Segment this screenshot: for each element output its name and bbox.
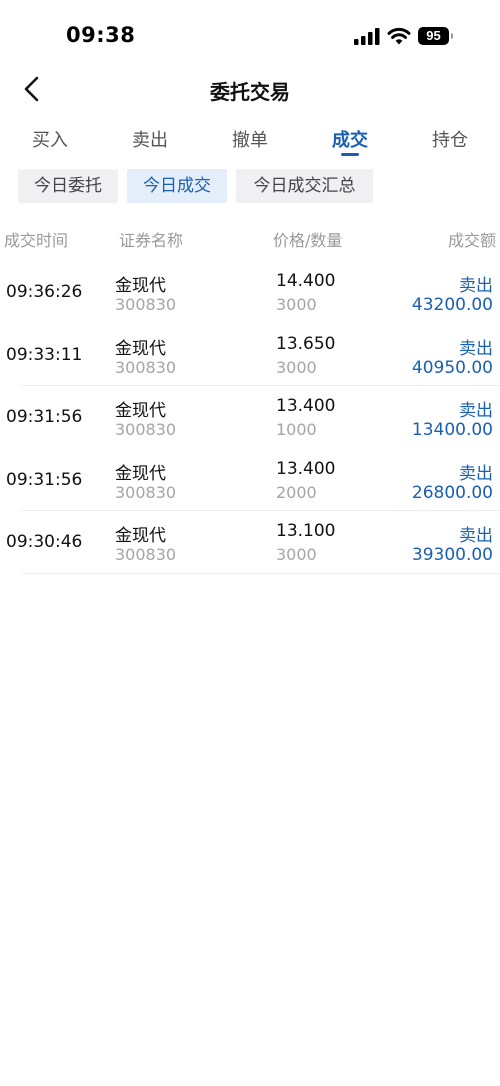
deal-price: 13.400 <box>276 458 336 479</box>
tab-positions[interactable]: 持仓 <box>420 126 480 152</box>
deal-amount: 43200.00 <box>411 295 493 315</box>
wifi-icon <box>387 27 411 45</box>
tab-buy[interactable]: 买入 <box>20 126 80 152</box>
security-code: 300830 <box>115 482 177 502</box>
tab-cancel[interactable]: 撤单 <box>220 126 280 152</box>
status-time: 09:38 <box>66 23 136 47</box>
header-time: 成交时间 <box>4 231 69 250</box>
security-code: 300830 <box>115 420 177 439</box>
deal-price: 13.400 <box>276 396 336 416</box>
deal-quantity: 3000 <box>276 295 317 314</box>
header-name: 证券名称 <box>119 231 184 250</box>
deal-time: 09:33:11 <box>6 344 83 365</box>
deal-direction: 卖出 <box>459 401 493 421</box>
subtab-today-deals-summary[interactable]: 今日成交汇总 <box>236 169 373 203</box>
battery-tip <box>451 33 453 39</box>
battery-level: 95 <box>418 27 449 45</box>
security-name: 金现代 <box>115 401 166 421</box>
row-divider <box>22 572 500 574</box>
deal-time: 09:31:56 <box>6 469 83 490</box>
deal-price: 13.650 <box>276 333 336 354</box>
security-code: 300830 <box>115 357 177 377</box>
header-price-qty: 价格/数量 <box>273 231 343 250</box>
deal-quantity: 1000 <box>276 420 317 439</box>
deals-list: 09:36:26 金现代 300830 14.400 3000 卖出 43200… <box>0 261 500 574</box>
active-tab-indicator <box>341 153 359 156</box>
battery-icon: 95 <box>418 27 454 45</box>
tab-sell[interactable]: 卖出 <box>120 126 180 152</box>
deal-direction: 卖出 <box>459 526 493 546</box>
nav-bar: 委托交易 <box>0 70 500 110</box>
table-header: 成交时间 证券名称 价格/数量 成交额 <box>0 224 500 252</box>
deal-amount: 40950.00 <box>411 357 493 378</box>
subtab-today-deals[interactable]: 今日成交 <box>127 169 227 203</box>
table-row[interactable]: 09:31:56 金现代 300830 13.400 1000 卖出 13400… <box>0 386 500 449</box>
deal-amount: 26800.00 <box>411 482 493 503</box>
deal-quantity: 3000 <box>276 545 317 564</box>
deal-quantity: 3000 <box>276 357 317 377</box>
deal-amount: 39300.00 <box>411 545 493 565</box>
security-code: 300830 <box>115 545 177 564</box>
deal-time: 09:30:46 <box>6 532 83 552</box>
deal-price: 13.100 <box>276 521 336 541</box>
page-title: 委托交易 <box>210 80 290 104</box>
deal-direction: 卖出 <box>459 463 493 484</box>
main-tabs: 买入 卖出 撤单 成交 持仓 <box>0 122 500 162</box>
deal-time: 09:36:26 <box>6 282 83 302</box>
deal-direction: 卖出 <box>459 276 493 296</box>
table-row[interactable]: 09:36:26 金现代 300830 14.400 3000 卖出 43200… <box>0 261 500 324</box>
status-bar: 09:38 95 <box>0 0 500 70</box>
table-row[interactable]: 09:33:11 金现代 300830 13.650 3000 卖出 40950… <box>0 324 500 386</box>
deal-amount: 13400.00 <box>411 420 493 440</box>
security-name: 金现代 <box>115 338 166 359</box>
cellular-signal-icon <box>354 28 380 45</box>
deal-price: 14.400 <box>276 271 336 291</box>
tab-deals[interactable]: 成交 <box>320 126 380 152</box>
security-name: 金现代 <box>115 463 166 484</box>
deal-quantity: 2000 <box>276 482 317 502</box>
header-amount: 成交额 <box>447 231 496 250</box>
deal-time: 09:31:56 <box>6 407 83 427</box>
table-row[interactable]: 09:31:56 金现代 300830 13.400 2000 卖出 26800… <box>0 449 500 511</box>
security-code: 300830 <box>115 295 177 314</box>
deal-direction: 卖出 <box>459 338 493 359</box>
table-row[interactable]: 09:30:46 金现代 300830 13.100 3000 卖出 39300… <box>0 511 500 574</box>
security-name: 金现代 <box>115 526 166 546</box>
security-name: 金现代 <box>115 276 166 296</box>
subtab-today-orders[interactable]: 今日委托 <box>18 169 118 203</box>
